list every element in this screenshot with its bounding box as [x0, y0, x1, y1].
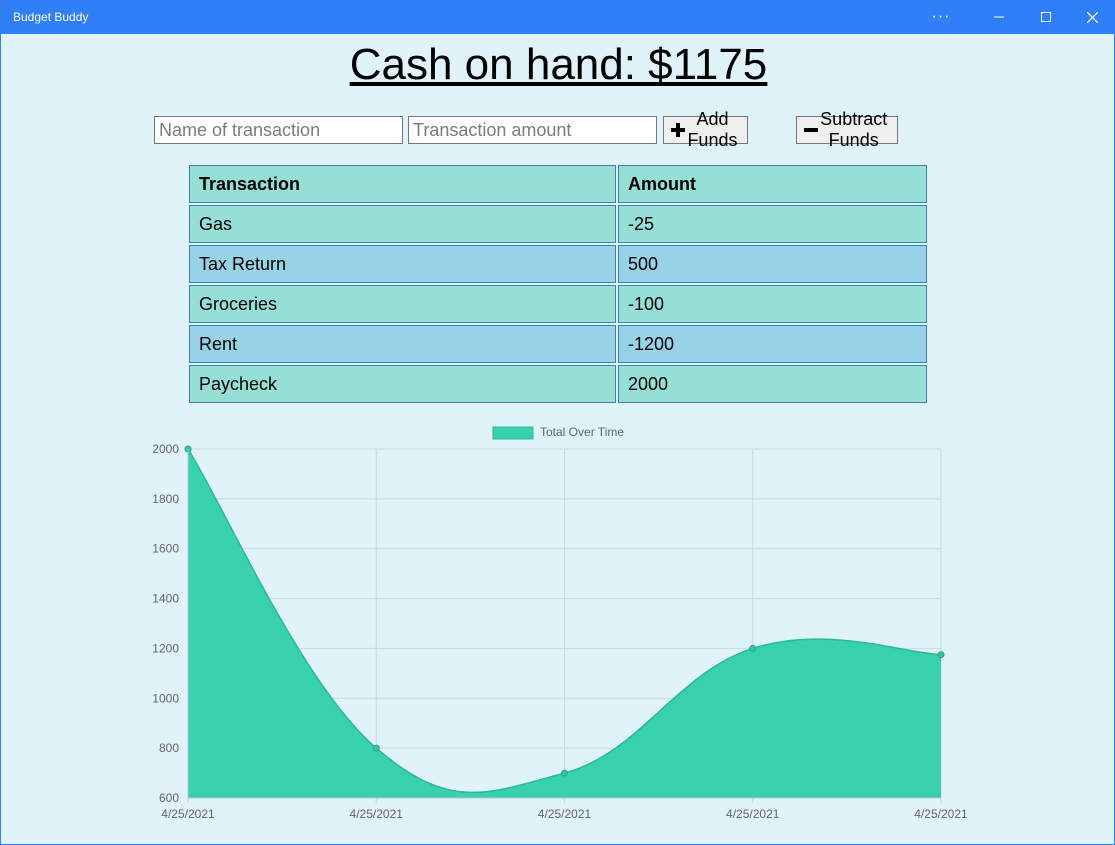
plus-icon: [671, 123, 685, 137]
cash-on-hand-text: Cash on hand: $1175: [349, 40, 768, 89]
minimize-icon: [994, 16, 1004, 18]
y-tick-label: 2000: [152, 442, 179, 456]
transaction-name-input[interactable]: [154, 116, 403, 144]
table-row: Gas -25: [189, 205, 927, 243]
data-point: [372, 744, 380, 752]
maximize-button[interactable]: [1023, 0, 1069, 34]
y-tick-label: 1200: [152, 641, 179, 655]
transactions-table: Transaction Amount Gas -25 Tax Return 50…: [187, 163, 929, 405]
transaction-amount-cell: -25: [618, 205, 927, 243]
total-over-time-chart: 600 800 1000 1200 1400 1600 1800 2000 4/25/2021 4…: [152, 425, 968, 821]
cash-on-hand-heading: Cash on hand: $1175: [1, 40, 1115, 90]
x-tick-label: 4/25/2021: [538, 807, 592, 821]
transaction-name-cell: Tax Return: [189, 245, 616, 283]
table-header-row: Transaction Amount: [189, 165, 927, 203]
add-funds-button[interactable]: Add Funds: [663, 109, 749, 150]
subtract-funds-label: Subtract Funds: [820, 109, 888, 150]
x-tick-label: 4/25/2021: [161, 807, 215, 821]
y-tick-label: 1000: [152, 691, 179, 705]
data-point: [749, 644, 757, 652]
transaction-amount-cell: -100: [618, 285, 927, 323]
transaction-name-cell: Gas: [189, 205, 616, 243]
transaction-amount-cell: 500: [618, 245, 927, 283]
transaction-name-cell: Rent: [189, 325, 616, 363]
table-row: Groceries -100: [189, 285, 927, 323]
y-tick-label: 1600: [152, 542, 179, 556]
y-tick-label: 1400: [152, 592, 179, 606]
x-tick-label: 4/25/2021: [726, 807, 780, 821]
table-row: Rent -1200: [189, 325, 927, 363]
column-header-amount: Amount: [618, 165, 927, 203]
y-tick-label: 800: [159, 741, 179, 755]
column-header-transaction: Transaction: [189, 165, 616, 203]
transaction-name-cell: Paycheck: [189, 365, 616, 403]
more-options-icon[interactable]: ···: [918, 0, 964, 34]
legend-swatch: [492, 426, 534, 440]
table-row: Tax Return 500: [189, 245, 927, 283]
subtract-funds-button[interactable]: Subtract Funds: [796, 109, 899, 150]
add-funds-label: Add Funds: [687, 109, 738, 150]
minus-icon: [804, 123, 819, 137]
transaction-amount-cell: 2000: [618, 365, 927, 403]
title-bar: Budget Buddy ···: [1, 0, 1115, 34]
transaction-amount-cell: -1200: [618, 325, 927, 363]
table-row: Paycheck 2000: [189, 365, 927, 403]
window-title: Budget Buddy: [13, 10, 89, 24]
data-point: [937, 651, 945, 659]
transaction-name-cell: Groceries: [189, 285, 616, 323]
x-tick-label: 4/25/2021: [914, 807, 968, 821]
x-tick-label: 4/25/2021: [350, 807, 404, 821]
transaction-amount-input[interactable]: [408, 116, 657, 144]
close-icon: [1086, 11, 1098, 23]
data-point: [561, 769, 568, 777]
maximize-icon: [1041, 12, 1051, 22]
minimize-button[interactable]: [976, 0, 1022, 34]
legend-label: Total Over Time: [540, 425, 624, 439]
close-button[interactable]: [1069, 0, 1115, 34]
y-tick-label: 1800: [152, 492, 179, 506]
y-tick-label: 600: [159, 791, 179, 805]
